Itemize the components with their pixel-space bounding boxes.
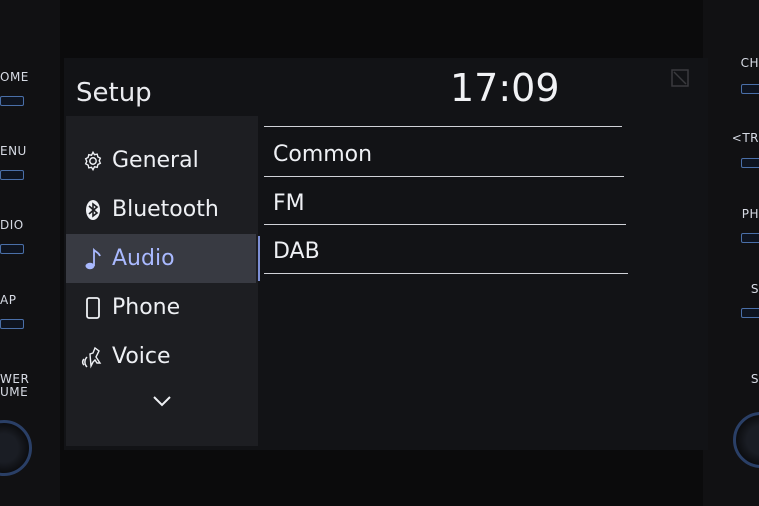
sidebar-item-label: Voice (112, 344, 171, 369)
voice-icon (80, 345, 106, 369)
clock: 17:09 (450, 66, 560, 110)
sidebar-item-label: Phone (112, 295, 181, 320)
no-signal-icon (670, 68, 690, 88)
audio-hw-label: DIO (0, 218, 24, 232)
s-hw-button[interactable] (741, 308, 759, 318)
left-bezel: OME ENU DIO AP WER UME (0, 0, 60, 506)
sidebar-item-label: Bluetooth (112, 197, 219, 222)
list-item-label: FM (273, 191, 305, 216)
power-hw-label: WER (0, 372, 30, 386)
divider (264, 126, 622, 127)
display-screen: Setup 17:09 General Bluetooth Audio Phon… (64, 58, 708, 450)
tune-knob[interactable] (733, 412, 759, 468)
list-item-label: DAB (273, 239, 320, 264)
phone-icon (80, 296, 106, 320)
sidebar-item-audio[interactable]: Audio (66, 234, 260, 283)
channel-hw-button[interactable] (741, 84, 759, 94)
phone-hw-button[interactable] (741, 233, 759, 243)
sidebar-item-phone[interactable]: Phone (66, 283, 256, 332)
channel-hw-label: CH (740, 56, 759, 70)
s-hw-label: S (750, 282, 759, 296)
music-note-icon (80, 247, 106, 271)
sidebar-item-bluetooth[interactable]: Bluetooth (66, 185, 256, 234)
list-item-label: Common (273, 142, 373, 167)
divider (264, 273, 628, 274)
volume-hw-label: UME (0, 385, 29, 399)
divider (264, 224, 626, 225)
menu-hw-label: ENU (0, 144, 27, 158)
sidebar-item-label: Audio (112, 246, 175, 271)
menu-hw-button[interactable] (0, 170, 24, 180)
sidebar-item-general[interactable]: General (66, 136, 256, 185)
map-hw-label: AP (0, 293, 17, 307)
track-hw-label: <TR (731, 131, 759, 145)
home-hw-label: OME (0, 70, 29, 84)
page-title: Setup (76, 78, 152, 108)
home-hw-button[interactable] (0, 96, 24, 106)
sidebar: General Bluetooth Audio Phone Voice (66, 116, 260, 446)
volume-knob[interactable] (0, 420, 32, 476)
sidebar-item-voice[interactable]: Voice (66, 332, 256, 381)
audio-hw-button[interactable] (0, 244, 24, 254)
chevron-down-icon[interactable] (152, 392, 172, 411)
track-hw-button[interactable] (741, 158, 759, 168)
bluetooth-icon (80, 199, 106, 221)
right-bezel: CH <TR PH S S (703, 0, 759, 506)
s2-hw-label: S (750, 372, 759, 386)
sidebar-item-label: General (112, 148, 199, 173)
phone-hw-label: PH (741, 207, 759, 221)
divider (264, 176, 624, 177)
gear-icon (80, 150, 106, 172)
map-hw-button[interactable] (0, 319, 24, 329)
